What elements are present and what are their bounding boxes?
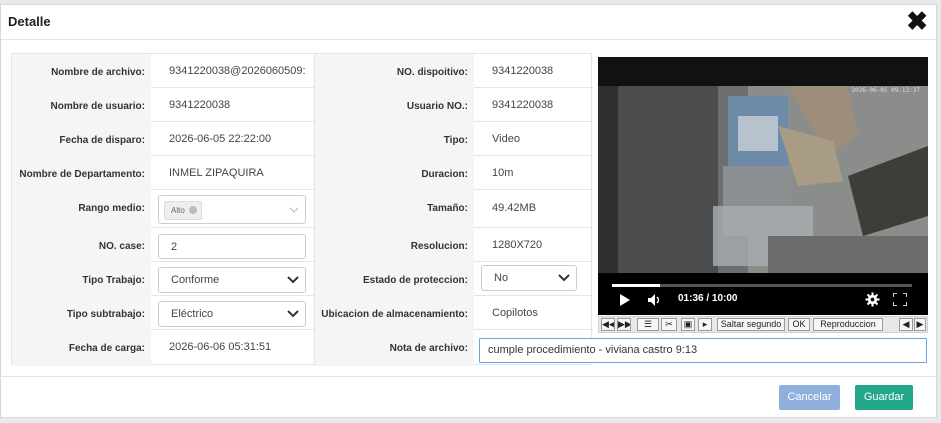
tipo-subtrabajo-select[interactable]: Eléctrico — [158, 301, 306, 327]
field-label: NO. case: — [12, 228, 151, 262]
chevron-down-icon — [289, 207, 299, 213]
tag-remove-icon[interactable] — [188, 206, 197, 214]
rango-medio-select[interactable]: Alto — [158, 195, 306, 224]
tipo-subtrabajo-selected: Eléctrico — [171, 308, 214, 320]
duration-value: 10m — [492, 167, 514, 179]
video-toolbar: ◀◀ ▶▶ ☰ ✂ ▣ ▸ Saltar segundo OK Reproduc… — [598, 316, 928, 333]
skip-seconds-input[interactable]: Saltar segundo — [717, 318, 785, 331]
video-time: 01:36 / 10:00 — [678, 293, 738, 304]
resolution-value: 1280X720 — [492, 239, 543, 251]
tipo-trabajo-selected: Conforme — [171, 274, 220, 286]
detail-form: Nombre de archivo: 9341220038@2026060509… — [11, 53, 593, 366]
storage-location-value: Copilotos — [492, 307, 538, 319]
department-value: INMEL ZIPAQUIRA — [169, 167, 264, 179]
file-name-value: 9341220038@2026060509: — [169, 65, 306, 77]
field-label: Tipo Trabajo: — [12, 262, 151, 296]
field-label: Usuario NO.: — [314, 88, 474, 122]
user-no-value: 9341220038 — [492, 99, 554, 111]
field-label: Ubicacion de almacenamiento: — [314, 296, 474, 330]
chevron-down-icon — [287, 310, 299, 318]
fullscreen-icon[interactable] — [893, 293, 907, 306]
trigger-date-value: 2026-06-05 22:22:00 — [169, 133, 272, 145]
video-progress-bar[interactable] — [612, 284, 912, 287]
form-row: NO. case: 2 Resolucion: 1280X720 — [12, 228, 593, 262]
cancel-button[interactable]: Cancelar — [779, 385, 840, 410]
chevron-down-icon — [558, 274, 570, 282]
field-label: Fecha de carga: — [12, 330, 151, 366]
form-row: Tipo Trabajo: Conforme Estado de protecc… — [12, 262, 593, 296]
scissors-icon[interactable]: ✂ — [661, 318, 677, 331]
skip-end-icon[interactable]: ▶ — [914, 318, 926, 331]
size-value: 49.42MB — [492, 202, 537, 214]
estado-proteccion-select[interactable]: No — [481, 265, 577, 291]
no-case-input[interactable]: 2 — [158, 234, 306, 259]
field-label: Nombre de Departamento: — [12, 156, 151, 190]
field-label: Resolucion: — [314, 228, 474, 262]
list-icon[interactable]: ☰ — [637, 318, 659, 331]
upload-date-value: 2026-06-06 05:31:51 — [169, 341, 272, 353]
form-row: Fecha de disparo: 2026-06-05 22:22:00 Ti… — [12, 122, 593, 156]
form-row: Tipo subtrabajo: Eléctrico Ubicacion de … — [12, 296, 593, 330]
ok-button[interactable]: OK — [788, 318, 810, 331]
field-label: NO. dispoitivo: — [314, 54, 474, 88]
video-overlay-timestamp: 2026-06-05 09:13:37 — [851, 87, 920, 94]
frame-step-icon[interactable]: ▸ — [698, 318, 712, 331]
play-icon[interactable] — [620, 294, 630, 306]
video-progress-fill — [612, 284, 660, 287]
dialog-header: Detalle ✖ — [1, 5, 936, 40]
fast-forward-icon[interactable]: ▶▶ — [617, 318, 631, 331]
capture-icon[interactable]: ▣ — [681, 318, 695, 331]
field-label: Duracion: — [314, 156, 474, 190]
skip-start-icon[interactable]: ◀ — [899, 318, 913, 331]
rango-medio-tag-label: Alto — [171, 206, 185, 215]
field-label: Tipo subtrabajo: — [12, 296, 151, 330]
gear-icon[interactable] — [865, 292, 880, 307]
form-row: Nombre de usuario: 9341220038 Usuario NO… — [12, 88, 593, 122]
volume-icon[interactable] — [648, 294, 662, 306]
form-row: Nombre de Departamento: INMEL ZIPAQUIRA … — [12, 156, 593, 190]
video-player[interactable]: 9341220038_0000000 2026-06-05 09:13:37 0… — [598, 57, 928, 315]
field-label: Estado de proteccion: — [314, 262, 474, 296]
form-row: Nombre de archivo: 9341220038@2026060509… — [12, 54, 593, 88]
field-label: Tipo: — [314, 122, 474, 156]
field-label: Fecha de disparo: — [12, 122, 151, 156]
field-label: Rango medio: — [12, 190, 151, 228]
rango-medio-tag[interactable]: Alto — [164, 201, 202, 220]
field-label: Nota de archivo: — [314, 330, 474, 366]
tipo-trabajo-select[interactable]: Conforme — [158, 267, 306, 293]
playback-button[interactable]: Reproduccion — [813, 318, 883, 331]
user-name-value: 9341220038 — [169, 99, 231, 111]
rewind-icon[interactable]: ◀◀ — [601, 318, 615, 331]
field-label: Nombre de archivo: — [12, 54, 151, 88]
dialog-footer — [0, 376, 937, 377]
video-controls: 01:36 / 10:00 — [598, 273, 928, 315]
close-icon[interactable]: ✖ — [906, 8, 928, 34]
form-row: Rango medio: Alto Tamaño: 49.42MB — [12, 190, 593, 228]
dialog-title: Detalle — [8, 14, 51, 29]
device-no-value: 9341220038 — [492, 65, 554, 77]
nota-archivo-input[interactable]: cumple procedimiento - viviana castro 9:… — [479, 338, 927, 363]
field-label: Nombre de usuario: — [12, 88, 151, 122]
chevron-down-icon — [287, 276, 299, 284]
estado-proteccion-selected: No — [494, 272, 509, 284]
save-button[interactable]: Guardar — [855, 385, 913, 410]
video-frame — [598, 86, 928, 273]
type-value: Video — [492, 133, 520, 145]
field-label: Tamaño: — [314, 190, 474, 228]
